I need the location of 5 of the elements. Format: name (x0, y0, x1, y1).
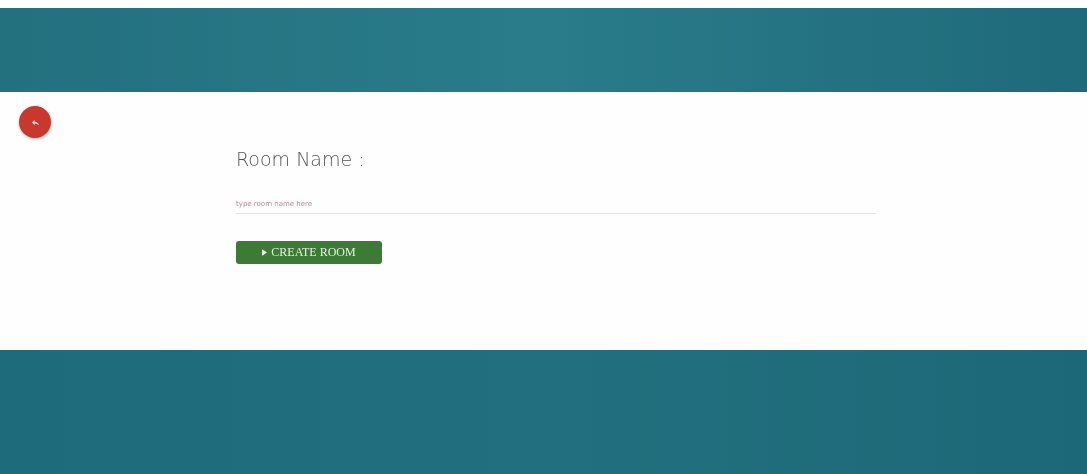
play-icon (262, 249, 268, 256)
create-room-button[interactable]: CREATE ROOM (236, 241, 382, 264)
room-name-label: Room Name : (236, 148, 365, 170)
back-button[interactable] (19, 106, 51, 138)
back-arrow-icon (30, 118, 40, 126)
